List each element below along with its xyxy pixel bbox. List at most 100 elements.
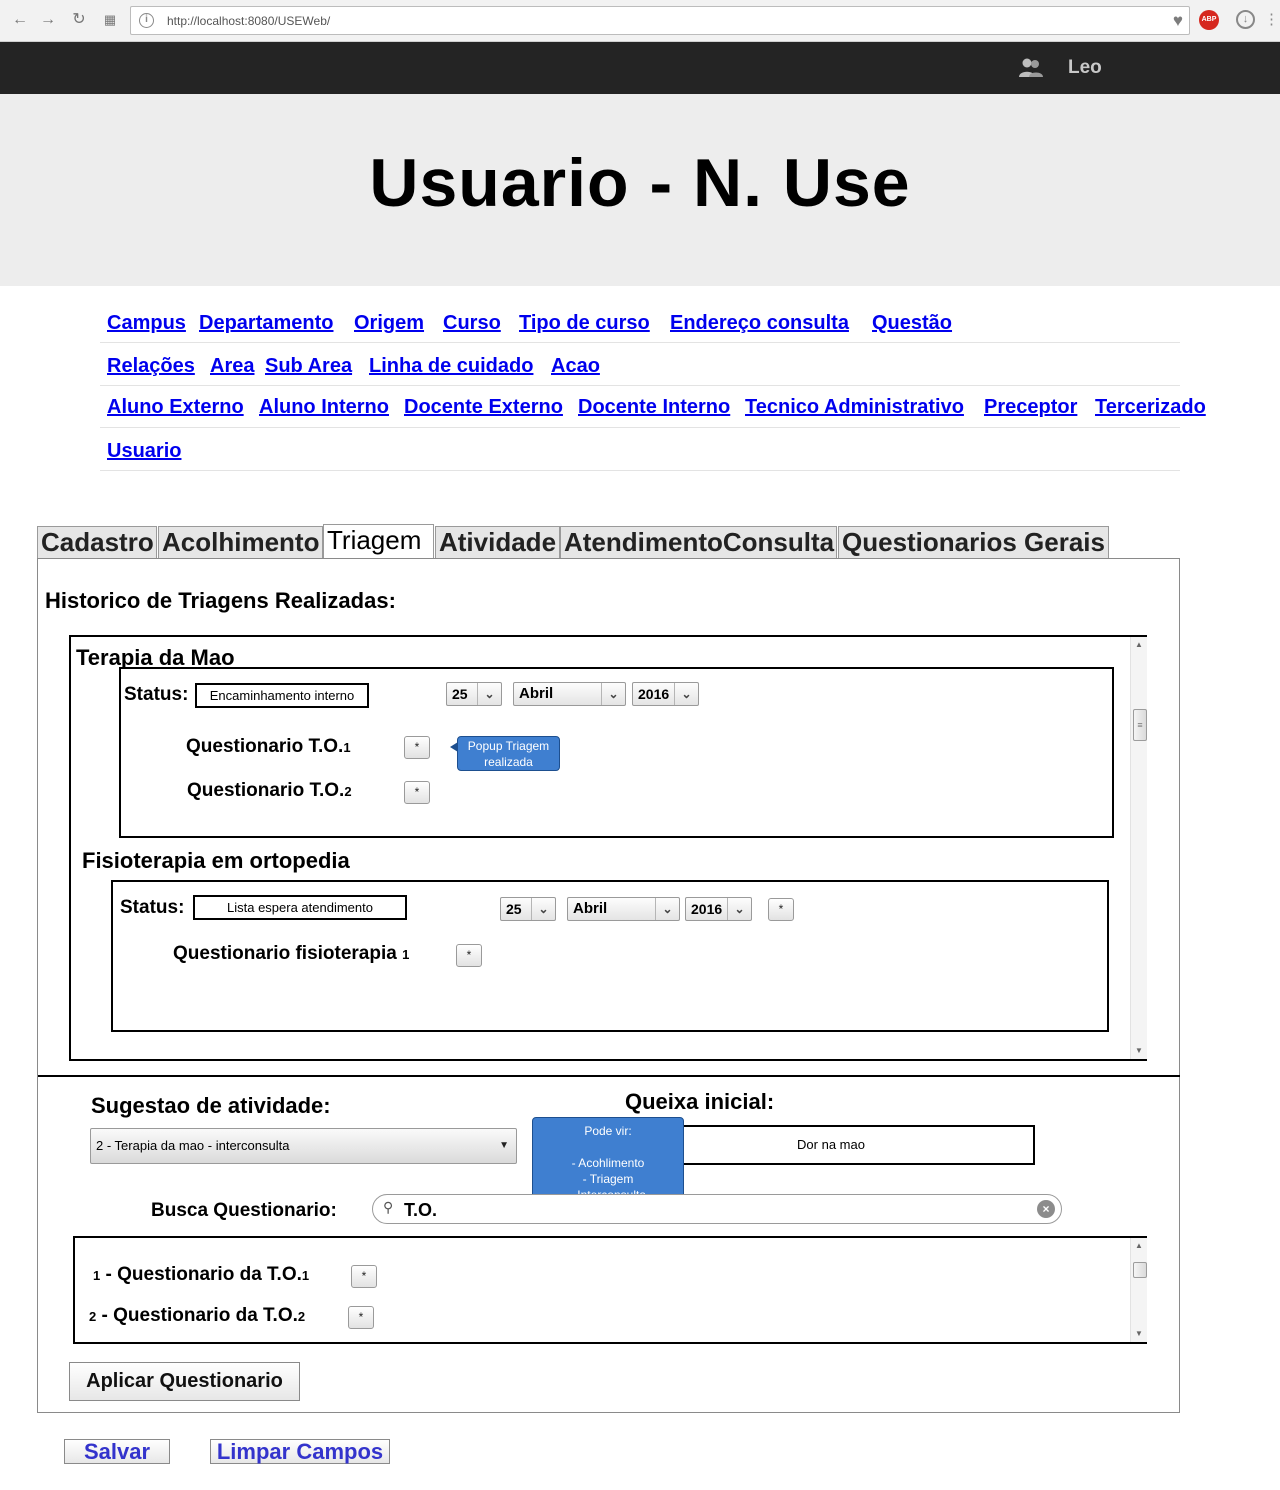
questionario-number: 2	[344, 784, 352, 799]
historico-scrollbar[interactable]: ▲ ≡ ▼	[1130, 637, 1147, 1059]
scroll-up-icon[interactable]: ▲	[1131, 637, 1147, 653]
menu-link-linha-de-cuidado[interactable]: Linha de cuidado	[369, 355, 533, 378]
questionario-name: Questionario T.O.	[186, 736, 344, 757]
chevron-down-icon: ⌄	[674, 683, 698, 705]
menu-link-docente-externo[interactable]: Docente Externo	[404, 396, 563, 419]
scroll-thumb[interactable]: ≡	[1133, 709, 1147, 741]
result-item[interactable]: 2 - Questionario da T.O.2	[89, 1305, 305, 1327]
year-value: 2016	[638, 686, 670, 702]
questionario-name: Questionario fisioterapia	[173, 943, 397, 964]
result-button[interactable]: *	[348, 1306, 374, 1329]
month-select[interactable]: Abril ⌄	[513, 682, 626, 706]
menu-link-endereco-consulta[interactable]: Endereço consulta	[670, 312, 849, 335]
aplicar-questionario-button[interactable]: Aplicar Questionario	[69, 1362, 300, 1401]
address-bar[interactable]: i http://localhost:8080/USEWeb/ ♥	[130, 6, 1190, 35]
clear-icon[interactable]: ×	[1037, 1200, 1055, 1218]
limpar-campos-button[interactable]: Limpar Campos	[210, 1439, 390, 1464]
menu-row-1: Campus Departamento Origem Curso Tipo de…	[100, 300, 1180, 343]
menu-link-tecnico-administrativo[interactable]: Tecnico Administrativo	[745, 396, 964, 419]
sugestao-selected: 2 - Terapia da mao - interconsulta	[96, 1138, 290, 1153]
page-header: Usuario - N. Use	[0, 94, 1280, 286]
day-value: 25	[452, 686, 468, 702]
menu-row-3: Aluno Externo Aluno Interno Docente Exte…	[100, 385, 1206, 428]
questionario-button[interactable]: *	[456, 944, 482, 967]
questionario-button[interactable]: *	[404, 736, 430, 759]
menu-link-curso[interactable]: Curso	[443, 312, 501, 335]
result-item[interactable]: 1 - Questionario da T.O.1	[93, 1264, 309, 1286]
page-title: Usuario - N. Use	[369, 145, 911, 221]
month-value: Abril	[573, 900, 608, 917]
questionario-button[interactable]: *	[404, 781, 430, 804]
questionario-label: Questionario T.O.1	[186, 736, 351, 758]
top-navbar: Leo	[0, 42, 1280, 94]
result-button[interactable]: *	[351, 1265, 377, 1288]
menu-link-docente-interno[interactable]: Docente Interno	[578, 396, 730, 419]
result-label: - Questionario da T.O.	[105, 1264, 302, 1285]
day-select[interactable]: 25 ⌄	[500, 897, 556, 921]
salvar-button[interactable]: Salvar	[64, 1439, 170, 1464]
year-select[interactable]: 2016 ⌄	[685, 897, 752, 921]
download-icon[interactable]: ↓	[1236, 10, 1255, 29]
scroll-down-icon[interactable]: ▼	[1131, 1326, 1147, 1342]
queixa-label: Queixa inicial:	[625, 1089, 775, 1114]
status-field[interactable]: Lista espera atendimento	[193, 895, 407, 920]
tab-atividade[interactable]: Atividade	[435, 526, 560, 559]
apps-grid-icon[interactable]: ▦	[101, 11, 119, 29]
forward-arrow-icon[interactable]: →	[39, 11, 57, 29]
result-suffix: 2	[297, 1309, 306, 1324]
menu-row-2: Relações Area Sub Area Linha de cuidado …	[100, 343, 1180, 386]
menu-link-origem[interactable]: Origem	[354, 312, 424, 335]
queixa-field[interactable]: Dor na mao	[627, 1125, 1035, 1165]
status-field[interactable]: Encaminhamento interno	[195, 683, 369, 708]
date-button[interactable]: *	[768, 898, 794, 921]
menu-link-questao[interactable]: Questão	[872, 312, 952, 335]
tab-triagem[interactable]: Triagem	[323, 524, 434, 559]
menu-link-acao[interactable]: Acao	[551, 355, 600, 378]
menu-link-campus[interactable]: Campus	[107, 312, 186, 335]
menu-row-4: Usuario	[100, 428, 1180, 471]
back-arrow-icon[interactable]: ←	[11, 11, 29, 29]
menu-link-sub-area[interactable]: Sub Area	[265, 355, 352, 378]
questionario-label: Questionario fisioterapia 1	[173, 943, 409, 965]
heart-icon[interactable]: ♥	[1173, 11, 1183, 31]
menu-link-tipo-de-curso[interactable]: Tipo de curso	[519, 312, 650, 335]
tab-atendimento-consulta[interactable]: AtendimentoConsulta	[560, 526, 837, 559]
user-name[interactable]: Leo	[1068, 57, 1102, 79]
day-select[interactable]: 25 ⌄	[446, 682, 502, 706]
menu-link-usuario[interactable]: Usuario	[107, 440, 181, 463]
questionario-label: Questionario T.O.2	[187, 780, 352, 802]
tab-acolhimento[interactable]: Acolhimento	[158, 526, 323, 559]
scroll-thumb[interactable]	[1133, 1262, 1147, 1278]
tab-cadastro[interactable]: Cadastro	[37, 526, 157, 559]
month-select[interactable]: Abril ⌄	[567, 897, 680, 921]
scroll-down-icon[interactable]: ▼	[1131, 1043, 1147, 1059]
menu-link-preceptor[interactable]: Preceptor	[984, 396, 1077, 419]
url-text[interactable]: http://localhost:8080/USEWeb/	[167, 14, 330, 28]
status-label: Status:	[124, 684, 189, 705]
day-value: 25	[506, 901, 522, 917]
year-select[interactable]: 2016 ⌄	[632, 682, 699, 706]
chevron-down-icon: ⌄	[655, 898, 679, 920]
reload-icon[interactable]: ↻	[70, 11, 88, 29]
chevron-down-icon: ⌄	[477, 683, 501, 705]
results-list[interactable]	[73, 1236, 1147, 1344]
status-label: Status:	[120, 897, 185, 918]
result-number: 2	[89, 1309, 97, 1324]
tab-questionarios-gerais[interactable]: Questionarios Gerais	[838, 526, 1109, 559]
menu-link-relacoes[interactable]: Relações	[107, 355, 195, 378]
menu-link-aluno-externo[interactable]: Aluno Externo	[107, 396, 244, 419]
results-scrollbar[interactable]: ▲ ▼	[1130, 1238, 1147, 1342]
menu-link-departamento[interactable]: Departamento	[199, 312, 333, 335]
info-icon[interactable]: i	[139, 13, 154, 28]
menu-link-area[interactable]: Area	[210, 355, 254, 378]
sugestao-label: Sugestao de atividade:	[91, 1093, 331, 1118]
users-icon[interactable]	[1018, 55, 1044, 81]
sugestao-select[interactable]: 2 - Terapia da mao - interconsulta ▼	[90, 1128, 517, 1164]
adblock-icon[interactable]: ABP	[1199, 10, 1219, 30]
menu-link-aluno-interno[interactable]: Aluno Interno	[259, 396, 389, 419]
result-number: 1	[93, 1268, 101, 1283]
menu-icon[interactable]: ⋮	[1264, 10, 1280, 29]
busca-input[interactable]: ⚲ T.O. ×	[372, 1194, 1062, 1224]
menu-link-tercerizado[interactable]: Tercerizado	[1095, 396, 1206, 419]
scroll-up-icon[interactable]: ▲	[1131, 1238, 1147, 1254]
